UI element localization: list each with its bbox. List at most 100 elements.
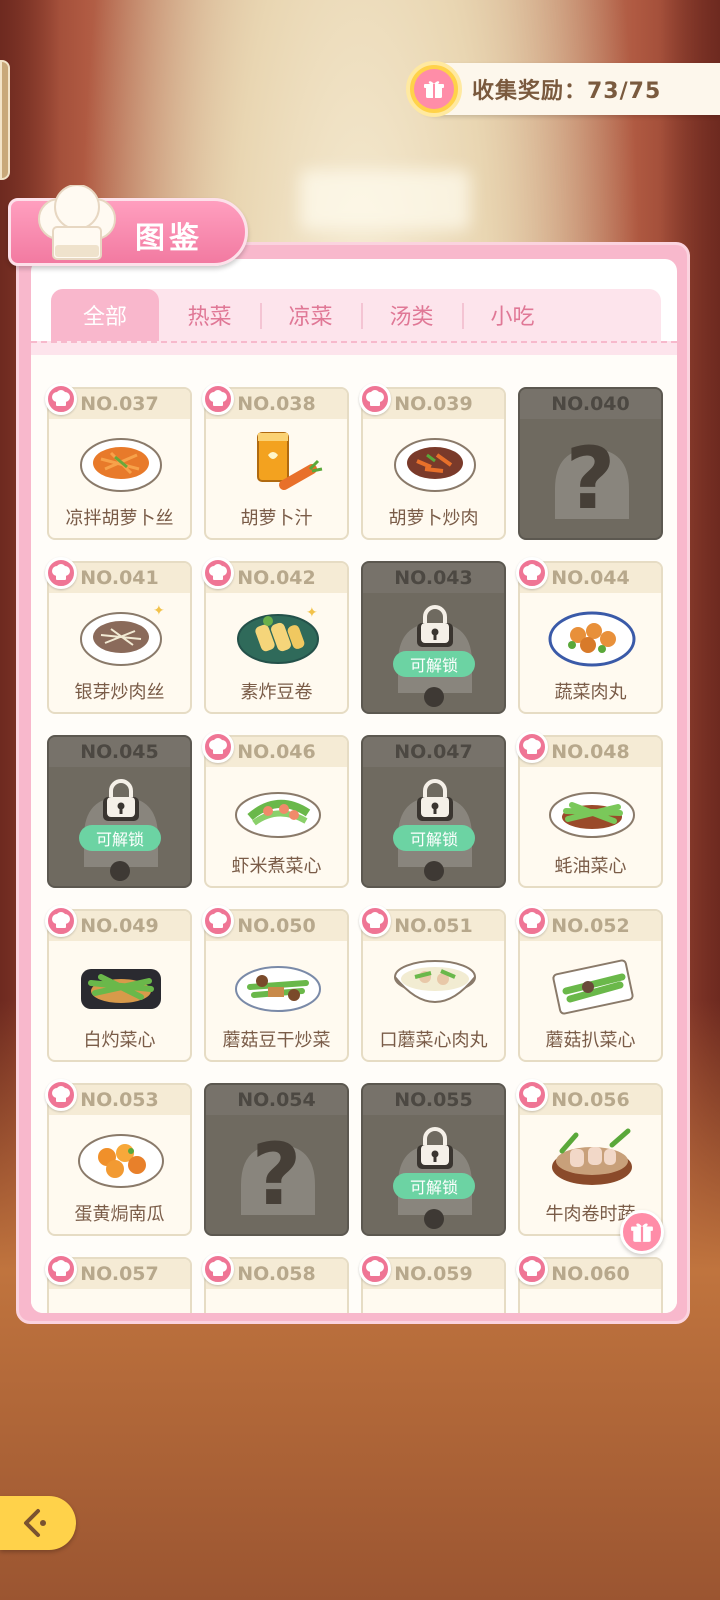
dish-card[interactable]: NO.044 蔬菜肉丸	[516, 557, 663, 714]
dish-name: 胡萝卜炒肉	[388, 508, 479, 529]
tab-snacks[interactable]: 小吃	[462, 289, 563, 341]
dish-card[interactable]: NO.042 ✦ 素炸豆卷	[202, 557, 349, 714]
chef-hat-badge-icon	[359, 1253, 391, 1285]
svg-text:✦: ✦	[306, 605, 318, 621]
chef-hat-badge-icon	[516, 1253, 548, 1285]
dish-grid: NO.037 凉拌胡萝卜丝 NO.038 胡萝卜汁 NO.039 胡萝卜炒肉 NO.040?…	[31, 355, 677, 1313]
meatballs-dish-image	[548, 611, 636, 667]
dish-number: NO.047	[363, 737, 504, 767]
tab-cold-dishes[interactable]: 凉菜	[260, 289, 361, 341]
locked-dot-indicator	[424, 1209, 444, 1229]
chef-hat-badge-icon	[202, 383, 234, 415]
tofu-roll-dish-image: ✦	[237, 605, 319, 664]
collection-reward-bar[interactable]: 收集奖励：73/75	[406, 61, 720, 117]
dish-card[interactable]: NO.045 可解锁	[47, 735, 192, 888]
dish-card[interactable]: NO.049 白灼菜心	[45, 905, 192, 1062]
chef-hat-badge-icon	[359, 383, 391, 415]
tab-all[interactable]: 全部	[51, 289, 159, 341]
dish-card[interactable]: NO.037 凉拌胡萝卜丝	[45, 383, 192, 540]
dish-card[interactable]: NO.054?	[204, 1083, 349, 1236]
background-ceiling-light	[300, 170, 470, 230]
dish-name: 蘑菇扒菜心	[545, 1030, 636, 1051]
dish-card[interactable]: NO.057	[45, 1253, 192, 1313]
tab-hot-dishes[interactable]: 热菜	[159, 289, 260, 341]
dish-number: NO.055	[363, 1085, 504, 1115]
meatball-soup-dish-image	[394, 960, 476, 1003]
dish-name: 蚝油菜心	[554, 856, 627, 877]
dish-name: 虾米煮菜心	[231, 856, 322, 877]
dish-name: 素炸豆卷	[240, 682, 313, 703]
dish-card[interactable]: NO.046 虾米煮菜心	[202, 731, 349, 888]
mushroom-tofu-dish-image	[235, 966, 321, 1012]
dish-name: 胡萝卜汁	[240, 508, 313, 529]
dish-card[interactable]: NO.058	[202, 1253, 349, 1313]
dish-card[interactable]: NO.060	[516, 1253, 663, 1313]
page-title-banner: 图鉴	[8, 185, 248, 266]
chef-hat-badge-icon	[45, 1079, 77, 1111]
chef-hat-badge-icon	[202, 905, 234, 937]
chef-hat-badge-icon	[45, 383, 77, 415]
dish-name: 银芽炒肉丝	[74, 682, 165, 703]
carrot-pork-dish-image	[394, 438, 476, 492]
chef-hat-badge-icon	[359, 905, 391, 937]
tabs-divider	[31, 341, 677, 355]
dish-name: 蘑菇豆干炒菜	[222, 1030, 331, 1051]
chef-hat-badge-icon	[202, 557, 234, 589]
dish-number: NO.043	[363, 563, 504, 593]
dish-card[interactable]: NO.050 蘑菇豆干炒菜	[202, 905, 349, 1062]
lock-icon	[417, 779, 453, 821]
dish-card[interactable]: NO.047 可解锁	[361, 735, 506, 888]
dish-card[interactable]: NO.055 可解锁	[361, 1083, 506, 1236]
shrimp-greens-dish-image	[235, 792, 321, 838]
panel-content: 全部 热菜 凉菜 汤类 小吃 NO.037 凉拌胡萝卜丝 NO.038 胡萝卜汁 NO.…	[31, 259, 677, 1313]
tab-soups[interactable]: 汤类	[361, 289, 462, 341]
category-tabs: 全部 热菜 凉菜 汤类 小吃	[51, 289, 661, 341]
lock-icon	[417, 1127, 453, 1169]
dish-name: 凉拌胡萝卜丝	[65, 508, 174, 529]
floating-gift-button[interactable]	[620, 1210, 664, 1254]
unlockable-label[interactable]: 可解锁	[79, 825, 161, 851]
chef-hat-badge-icon	[45, 1253, 77, 1285]
chef-hat-badge-icon	[45, 557, 77, 589]
back-button[interactable]	[0, 1496, 76, 1550]
chef-hat-badge-icon	[516, 1079, 548, 1111]
dish-name: 白灼菜心	[83, 1030, 156, 1051]
dish-name: 蛋黄焗南瓜	[74, 1204, 165, 1225]
carrot-juice-dish-image	[257, 432, 323, 490]
unlockable-label[interactable]: 可解锁	[393, 651, 475, 677]
locked-dot-indicator	[424, 687, 444, 707]
dish-card[interactable]: NO.040?	[518, 387, 663, 540]
dish-card[interactable]: NO.043 可解锁	[361, 561, 506, 714]
dish-card[interactable]: NO.038 胡萝卜汁	[202, 383, 349, 540]
chef-hat-badge-icon	[45, 905, 77, 937]
reward-progress-label: 收集奖励：73/75	[472, 79, 662, 104]
side-menu-handle[interactable]	[0, 60, 10, 180]
locked-dot-indicator	[424, 861, 444, 881]
sprout-pork-dish-image: ✦	[80, 603, 165, 666]
unlockable-label[interactable]: 可解锁	[393, 1173, 475, 1199]
chef-hat-badge-icon	[202, 1253, 234, 1285]
unknown-dish-question-icon: ?	[565, 429, 616, 529]
mushroom-greens-dish-image	[552, 959, 634, 1015]
chef-hat-badge-icon	[516, 557, 548, 589]
svg-text:✦: ✦	[153, 603, 165, 619]
pumpkin-dish-image	[78, 1134, 164, 1188]
dish-card[interactable]: NO.052 蘑菇扒菜心	[516, 905, 663, 1062]
dish-card[interactable]: NO.051 口蘑菜心肉丸	[359, 905, 506, 1062]
oyster-greens-dish-image	[549, 792, 635, 838]
unknown-dish-question-icon: ?	[251, 1125, 302, 1225]
dish-number: NO.040	[520, 389, 661, 419]
gift-icon	[406, 61, 462, 117]
carrot-salad-dish-image	[80, 438, 162, 492]
blanched-greens-dish-image	[81, 969, 161, 1009]
chef-hat-badge-icon	[202, 731, 234, 763]
dish-card[interactable]: NO.048 蚝油菜心	[516, 731, 663, 888]
dish-card[interactable]: NO.053 蛋黄焗南瓜	[45, 1079, 192, 1236]
unlockable-label[interactable]: 可解锁	[393, 825, 475, 851]
dish-name: 蔬菜肉丸	[554, 682, 627, 703]
dish-card[interactable]: NO.041 ✦ 银芽炒肉丝	[45, 557, 192, 714]
back-arrow-icon	[24, 1509, 46, 1537]
dish-card[interactable]: NO.059	[359, 1253, 506, 1313]
dish-card[interactable]: NO.039 胡萝卜炒肉	[359, 383, 506, 540]
gift-icon	[631, 1223, 653, 1242]
